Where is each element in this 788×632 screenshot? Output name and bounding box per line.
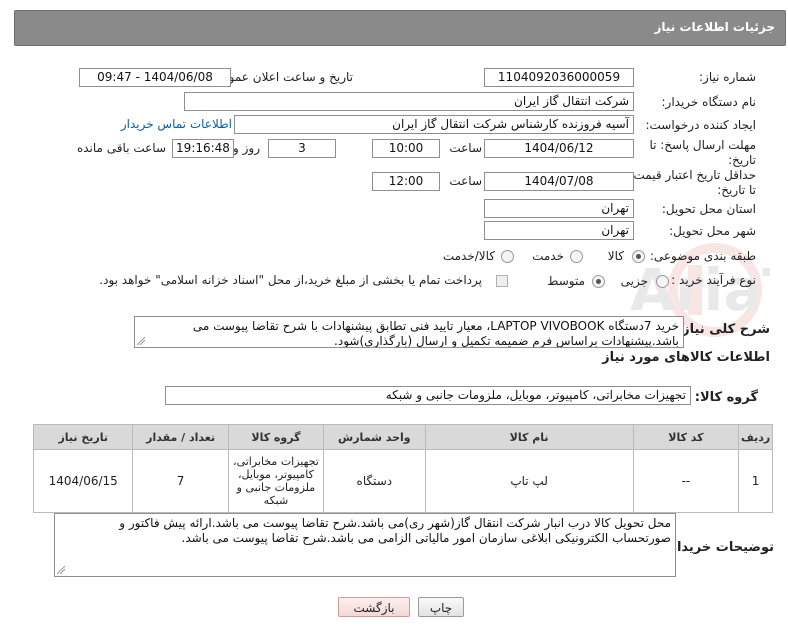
city-label: شهر محل تحویل: <box>669 224 756 238</box>
description-text: خرید 7دستگاه LAPTOP VIVOBOOK، معیار تایی… <box>192 319 679 348</box>
buyer-contact-link[interactable]: اطلاعات تماس خریدار <box>121 117 232 131</box>
process-medium-label: متوسط <box>547 274 585 288</box>
treasury-checkbox[interactable] <box>496 275 508 287</box>
deadline-date-field: 1404/06/12 <box>484 139 634 158</box>
days-remaining-field: 3 <box>268 139 336 158</box>
col-group: گروه کالا <box>227 424 325 450</box>
city-field: تهران <box>484 221 634 240</box>
page-title: جزئیات اطلاعات نیاز <box>654 20 775 34</box>
resize-grip-icon[interactable] <box>57 566 65 574</box>
table-row: 1 -- لپ تاپ دستگاه تجهیزات مخابراتی، کام… <box>32 449 773 513</box>
price-validity-label-1: حداقل تاریخ اعتبار قیمت: <box>629 168 756 182</box>
need-number-label: شماره نیاز: <box>699 70 756 84</box>
col-unit: واحد شمارش <box>323 424 426 450</box>
deadline-time-field: 10:00 <box>372 139 440 158</box>
price-time-label: ساعت <box>449 174 482 188</box>
price-validity-label-2: تا تاریخ: <box>717 183 756 197</box>
category-service-radio[interactable] <box>570 250 583 263</box>
col-code: کد کالا <box>632 424 740 450</box>
resize-grip-icon[interactable] <box>137 337 145 345</box>
creator-field: آسیه فروزنده کارشناس شرکت انتقال گاز ایر… <box>234 115 634 134</box>
category-label: طبقه بندی موضوعی: <box>649 249 756 263</box>
category-service-label: خدمت <box>532 249 564 263</box>
category-both-label: کالا/خدمت <box>442 249 495 263</box>
description-textarea[interactable]: خرید 7دستگاه LAPTOP VIVOBOOK، معیار تایی… <box>134 316 684 348</box>
header-bar: جزئیات اطلاعات نیاز <box>14 10 786 46</box>
need-number-field: 1104092036000059 <box>484 68 634 87</box>
col-qty: تعداد / مقدار <box>132 424 229 450</box>
buyer-notes-textarea[interactable]: محل تحویل کالا درب انبار شرکت انتقال گاز… <box>54 513 676 577</box>
price-time-field: 12:00 <box>372 172 440 191</box>
cell-code: -- <box>632 449 740 513</box>
buyer-notes-text: محل تحویل کالا درب انبار شرکت انتقال گاز… <box>119 516 671 545</box>
process-small-radio[interactable] <box>656 275 669 288</box>
goods-group-label: گروه کالا: <box>694 390 758 405</box>
cell-row: 1 <box>738 449 773 513</box>
print-button[interactable]: چاپ <box>418 597 464 617</box>
announce-field: 1404/06/08 - 09:47 <box>79 68 231 87</box>
cell-date: 1404/06/15 <box>32 449 134 513</box>
days-label: روز و <box>233 141 260 155</box>
watermark-text: AriaTender.neT <box>630 256 770 324</box>
remaining-time-label: ساعت باقی مانده <box>76 141 166 155</box>
category-goods-label: کالا <box>607 249 624 263</box>
need-details-page: جزئیات اطلاعات نیاز AriaTender.neT شماره… <box>0 0 788 632</box>
items-table: ردیف کد کالا نام کالا واحد شمارش گروه کا… <box>32 424 773 513</box>
buyer-field: شرکت انتقال گاز ایران <box>184 92 634 111</box>
province-field: تهران <box>484 199 634 218</box>
col-date: تاریخ نیاز <box>32 424 134 450</box>
description-label: شرح کلی نیاز: <box>676 322 770 337</box>
price-date-field: 1404/07/08 <box>484 172 634 191</box>
deadline-label-1: مهلت ارسال پاسخ: تا <box>649 138 756 152</box>
buyer-notes-label: توضیحات خریدار: <box>664 540 774 555</box>
process-label: نوع فرآیند خرید : <box>671 273 756 287</box>
back-button[interactable]: بازگشت <box>338 597 410 617</box>
category-both-radio[interactable] <box>501 250 514 263</box>
goods-group-field: تجهیزات مخابراتی، کامپیوتر، موبایل، ملزو… <box>165 386 691 405</box>
items-table-header: ردیف کد کالا نام کالا واحد شمارش گروه کا… <box>32 424 773 450</box>
province-label: استان محل تحویل: <box>661 202 756 216</box>
cell-group: تجهیزات مخابراتی، کامپیوتر، موبایل، ملزو… <box>227 449 325 513</box>
remaining-time-field: 19:16:48 <box>172 139 234 158</box>
creator-label: ایجاد کننده درخواست: <box>645 118 756 132</box>
process-medium-radio[interactable] <box>592 275 605 288</box>
deadline-time-label: ساعت <box>449 141 482 155</box>
col-name: نام کالا <box>424 424 634 450</box>
goods-info-title: اطلاعات کالاهای مورد نیاز <box>602 350 770 365</box>
col-row: ردیف <box>738 424 773 450</box>
cell-qty: 7 <box>132 449 229 513</box>
deadline-label-2: تاریخ: <box>728 153 756 167</box>
cell-unit: دستگاه <box>323 449 426 513</box>
treasury-note: پرداخت تمام یا بخشی از مبلغ خرید،از محل … <box>99 273 482 287</box>
process-small-label: جزیی <box>620 274 648 288</box>
cell-name: لپ تاپ <box>424 449 634 513</box>
category-goods-radio[interactable] <box>632 250 645 263</box>
buyer-label: نام دستگاه خریدار: <box>661 95 757 109</box>
